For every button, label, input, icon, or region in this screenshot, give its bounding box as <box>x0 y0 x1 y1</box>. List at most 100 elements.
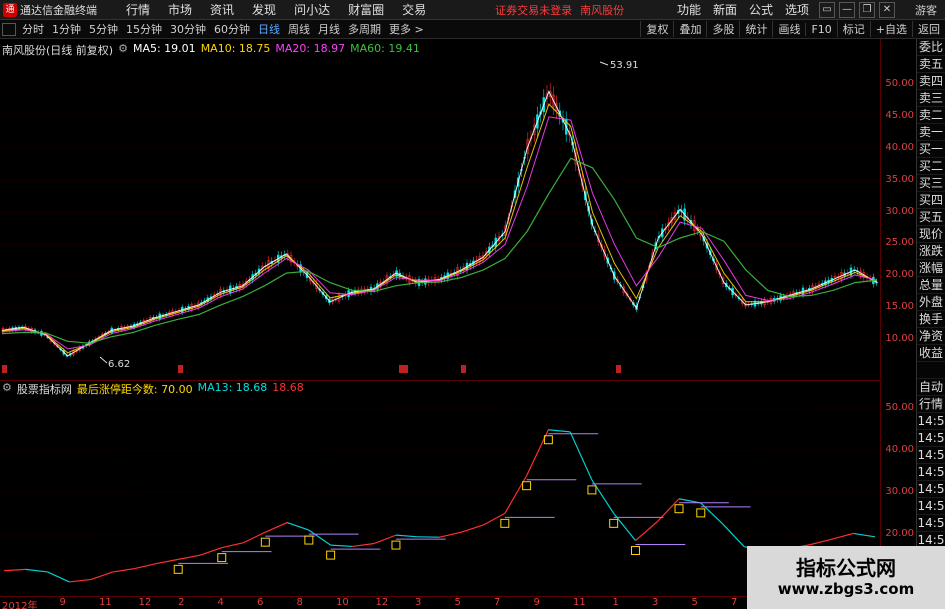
guest-label[interactable]: 游客 <box>915 2 937 18</box>
date-tick: 10 <box>336 597 349 608</box>
price-tick: 40.00 <box>885 141 914 153</box>
side-item[interactable] <box>917 362 945 379</box>
side-item[interactable]: 总量 <box>917 277 945 294</box>
period-tab-daily[interactable]: 日线 <box>254 21 284 37</box>
indicator-line-segment <box>635 521 658 542</box>
side-item[interactable]: 卖三 <box>917 90 945 107</box>
overlay-button[interactable]: 叠加 <box>673 21 706 37</box>
menu-market[interactable]: 市场 <box>159 1 201 18</box>
menu-formula[interactable]: 公式 <box>743 1 779 18</box>
side-item[interactable]: 买五 <box>917 209 945 226</box>
menu-options[interactable]: 选项 <box>779 1 815 18</box>
add-watchlist-button[interactable]: +自选 <box>869 21 912 37</box>
period-tab-5min[interactable]: 5分钟 <box>85 21 122 37</box>
period-tab-more[interactable]: 更多 > <box>385 21 428 37</box>
kline-chart[interactable]: 53.91 6.62 <box>0 39 880 379</box>
indicator-name[interactable]: 股票指标网 <box>17 381 72 397</box>
side-item[interactable]: 外盘 <box>917 294 945 311</box>
minimize-icon[interactable]: — <box>839 1 855 18</box>
restore-icon[interactable]: ▭ <box>819 1 835 18</box>
side-item[interactable]: 委比 <box>917 39 945 56</box>
period-tab-monthly[interactable]: 月线 <box>314 21 344 37</box>
menu-wealth[interactable]: 财富圈 <box>339 1 393 18</box>
signal-marker <box>326 550 336 560</box>
date-tick: 12 <box>138 597 152 608</box>
settings-icon[interactable]: ⚙ <box>2 381 12 397</box>
multi-stock-button[interactable]: 多股 <box>706 21 739 37</box>
adjust-button[interactable]: 复权 <box>640 21 673 37</box>
ma13-value: MA13: 18.68 <box>197 381 268 394</box>
date-tick: 9 <box>533 597 540 608</box>
period-tab-1min[interactable]: 1分钟 <box>48 21 85 37</box>
side-item[interactable]: 卖一 <box>917 124 945 141</box>
menu-discover[interactable]: 发现 <box>243 1 285 18</box>
indicator-line-segment <box>69 578 92 583</box>
signal-marker <box>304 535 314 545</box>
period-tab-multi[interactable]: 多周期 <box>344 21 385 37</box>
side-item[interactable]: 买三 <box>917 175 945 192</box>
side-item[interactable]: 14:5 <box>917 413 945 430</box>
close-icon[interactable]: ✕ <box>879 1 895 18</box>
signal-marker <box>391 540 401 550</box>
side-item[interactable]: 换手 <box>917 311 945 328</box>
indicator-line-segment <box>286 522 310 531</box>
indicator-line-segment <box>700 502 723 525</box>
indicator-line-segment <box>156 558 179 565</box>
current-stock-name: 南风股份 <box>580 3 625 17</box>
side-item[interactable]: 14:5 <box>917 515 945 532</box>
f10-button[interactable]: F10 <box>805 22 836 36</box>
side-item[interactable]: 卖二 <box>917 107 945 124</box>
indicator-line-segment <box>395 534 418 538</box>
side-item[interactable]: 14:5 <box>917 447 945 464</box>
indicator-line-segment <box>439 531 462 538</box>
side-item[interactable]: 14:5 <box>917 464 945 481</box>
side-item[interactable]: 涨跌 <box>917 243 945 260</box>
side-item[interactable]: 14:5 <box>917 430 945 447</box>
signal-marker <box>500 518 510 528</box>
menu-new-page[interactable]: 新面 <box>707 1 743 18</box>
menu-ask[interactable]: 问小达 <box>285 1 339 18</box>
side-item[interactable]: 卖四 <box>917 73 945 90</box>
side-item[interactable]: 卖五 <box>917 56 945 73</box>
side-item[interactable]: 收益 <box>917 345 945 362</box>
back-button[interactable]: 返回 <box>912 21 945 37</box>
mark-button[interactable]: 标记 <box>836 21 870 37</box>
indicator-line-segment <box>221 542 244 549</box>
period-tab-60min[interactable]: 60分钟 <box>210 21 254 37</box>
settings-icon[interactable]: ⚙ <box>118 42 128 58</box>
period-tab-30min[interactable]: 30分钟 <box>166 21 210 37</box>
menu-news[interactable]: 资讯 <box>201 1 243 18</box>
date-tick: 3 <box>415 597 422 608</box>
indicator-line-segment <box>3 568 26 572</box>
indicator-line-segment <box>809 538 832 546</box>
login-notice[interactable]: 证券交易未登录 <box>495 2 572 18</box>
side-item[interactable]: 14:5 <box>917 498 945 515</box>
main-legend: 南风股份(日线 前复权) ⚙ MA5: 19.01 MA10: 18.75 MA… <box>2 42 420 58</box>
period-tab-15min[interactable]: 15分钟 <box>122 21 166 37</box>
ma20-value: MA20: 18.97 <box>275 42 346 55</box>
side-item[interactable]: 买一 <box>917 141 945 158</box>
stock-period-label[interactable]: 南风股份(日线 前复权) <box>2 42 113 58</box>
side-item[interactable]: 涨幅 <box>917 260 945 277</box>
side-item[interactable]: 自动 <box>917 379 945 396</box>
layout-toggle-icon[interactable] <box>2 22 16 36</box>
date-tick: 8 <box>296 597 303 608</box>
indicator-line-segment <box>548 429 571 433</box>
side-item[interactable]: 现价 <box>917 226 945 243</box>
side-item[interactable]: 行情 <box>917 396 945 413</box>
period-tab-intraday[interactable]: 分时 <box>18 21 48 37</box>
menu-function[interactable]: 功能 <box>671 1 707 18</box>
statistics-button[interactable]: 统计 <box>739 21 772 37</box>
period-tab-weekly[interactable]: 周线 <box>284 21 314 37</box>
side-item[interactable]: 净资 <box>917 328 945 345</box>
date-tick: 2 <box>178 597 185 608</box>
menu-quotes[interactable]: 行情 <box>117 1 159 18</box>
side-item[interactable]: 买二 <box>917 158 945 175</box>
draw-line-button[interactable]: 画线 <box>772 21 805 37</box>
menu-trade[interactable]: 交易 <box>393 1 435 18</box>
side-item[interactable]: 买四 <box>917 192 945 209</box>
indicator-line-segment <box>591 479 615 514</box>
date-tick: 5 <box>454 597 461 608</box>
maximize-icon[interactable]: ❐ <box>859 1 875 18</box>
side-item[interactable]: 14:5 <box>917 481 945 498</box>
